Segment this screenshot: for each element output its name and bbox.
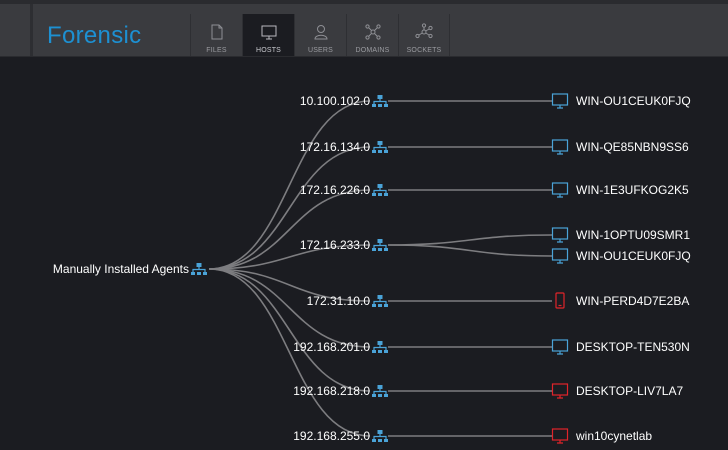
host-label[interactable]: win10cynetlab [575,429,652,443]
tab-users-label: USERS [307,47,334,54]
desktop-icon [551,383,569,399]
tab-hosts-label: HOSTS [255,47,282,54]
desktop-icon [551,339,569,355]
tab-sockets-label: SOCKETS [406,47,442,54]
user-icon [313,25,328,40]
app: Forensic FILES HOSTS USERS DOMAINS SOCKE… [0,0,728,450]
tab-domains-label: DOMAINS [355,47,390,54]
subnet-label[interactable]: 172.16.226.0 [300,183,370,197]
subnet-network-icon [372,341,388,353]
domains-icon [364,24,381,40]
subnet-network-icon [372,95,388,107]
host-label[interactable]: WIN-QE85NBN9SS6 [576,140,689,154]
desktop-icon [551,428,569,444]
subnet-network-icon [372,239,388,251]
host-label[interactable]: WIN-OU1CEUK0FJQ [576,94,691,108]
subnet-network-icon [372,430,388,442]
host-label[interactable]: DESKTOP-LIV7LA7 [576,384,683,398]
host-label[interactable]: WIN-OU1CEUK0FJQ [576,249,691,263]
subnet-network-icon [372,141,388,153]
root-network-icon [191,263,207,275]
tab-files-label: FILES [206,47,227,54]
network-tree: Manually Installed Agents 10.100.102.0 WIN… [53,93,691,444]
desktop-icon [551,248,569,264]
tab-sockets[interactable]: SOCKETS [398,14,450,56]
host-label[interactable]: WIN-1E3UFKOG2K5 [576,183,689,197]
root-node-label[interactable]: Manually Installed Agents [53,262,189,276]
nav-tabs: FILES HOSTS USERS DOMAINS SOCKETS [190,14,450,56]
subnet-label[interactable]: 10.100.102.0 [300,94,370,108]
host-label[interactable]: WIN-PERD4D7E2BA [576,294,689,308]
tab-users[interactable]: USERS [294,14,346,56]
subnet-label[interactable]: 172.16.134.0 [300,140,370,154]
header-divider [30,4,33,56]
subnet-label[interactable]: 172.16.233.0 [300,238,370,252]
subnet-network-icon [372,385,388,397]
files-icon [211,24,222,40]
desktop-icon [551,182,569,198]
link-root-subnet [208,268,371,348]
tab-domains[interactable]: DOMAINS [346,14,398,56]
app-title: Forensic [47,22,142,49]
tab-hosts[interactable]: HOSTS [242,14,294,56]
desktop-icon [551,93,569,109]
subnet-label[interactable]: 192.168.218.0 [293,384,370,398]
link-subnet-host [387,244,553,257]
link-root-subnet [208,268,371,392]
subnet-label[interactable]: 192.168.201.0 [293,340,370,354]
subnet-network-icon [372,184,388,196]
monitor-icon [261,25,276,40]
host-label[interactable]: DESKTOP-TEN530N [576,340,690,354]
link-subnet-host [387,234,553,246]
subnet-network-icon [372,295,388,307]
host-label[interactable]: WIN-1OPTU09SMR1 [576,228,690,242]
subnet-label[interactable]: 192.168.255.0 [293,429,370,443]
sockets-icon [415,23,433,39]
subnet-label[interactable]: 172.31.10.0 [307,294,371,308]
mobile-icon [555,292,565,309]
desktop-icon [551,227,569,243]
tab-files[interactable]: FILES [190,14,242,56]
desktop-icon [551,139,569,155]
